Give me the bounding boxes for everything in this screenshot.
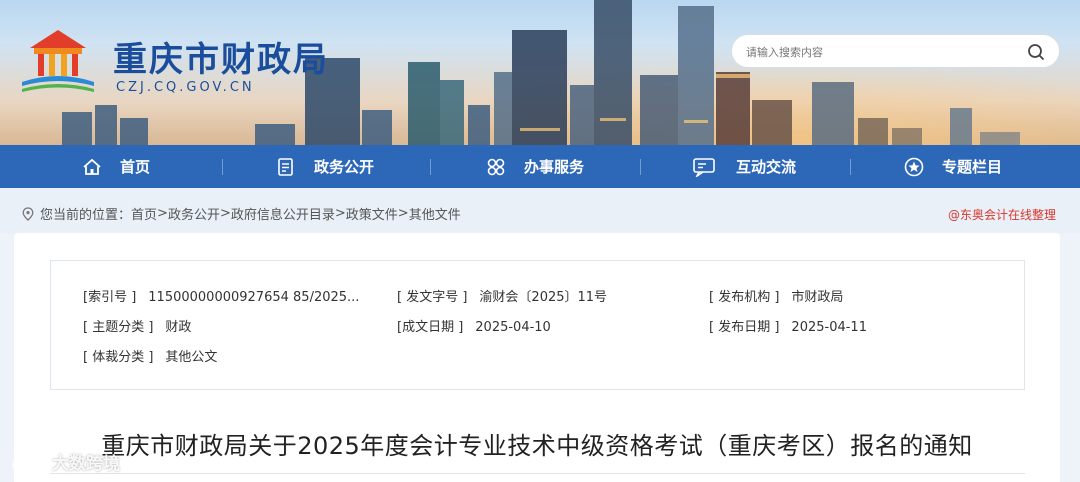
breadcrumb: 您当前的位置： 首页 > 政务公开 > 政府信息公开目录 > 政策文件 > 其他… <box>22 204 461 223</box>
nav-item-interaction[interactable]: 互动交流 <box>692 145 796 188</box>
breadcrumb-separator: > <box>157 206 168 221</box>
nav-divider <box>222 159 223 175</box>
nav-item-special-topics[interactable]: 专题栏目 <box>904 145 1002 188</box>
breadcrumb-separator: > <box>334 206 346 221</box>
meta-index-label: [索引号 ] <box>83 290 137 305</box>
nav-label-home: 首页 <box>120 158 151 176</box>
nav-divider <box>430 159 431 175</box>
nav-label-special-topics: 专题栏目 <box>942 158 1003 176</box>
star-icon <box>904 157 924 176</box>
breadcrumb-other-docs[interactable]: 其他文件 <box>409 204 461 223</box>
meta-genre: [ 体裁分类 ] 其他公文 <box>83 346 217 365</box>
location-pin-icon <box>22 206 34 221</box>
site-domain: CZJ.CQ.GOV.CN <box>116 80 255 95</box>
document-metadata-box: [索引号 ] 11500000000927654 85/2025... [ 发文字… <box>50 260 1025 390</box>
nav-label-services: 办事服务 <box>524 158 585 176</box>
title-divider <box>50 473 1025 474</box>
chat-icon <box>693 157 715 177</box>
meta-issuer-label: [ 发布机构 ] <box>709 290 780 305</box>
brand-watermark-text: 大数跨境 <box>52 453 120 474</box>
meta-created-date: [成文日期 ] 2025-04-10 <box>397 316 551 335</box>
meta-published-date-value: 2025-04-11 <box>791 320 867 335</box>
meta-created-date-label: [成文日期 ] <box>397 320 464 335</box>
nav-label-interaction: 互动交流 <box>736 158 797 176</box>
document-title: 重庆市财政局关于2025年度会计专业技术中级资格考试（重庆考区）报名的通知 <box>101 432 973 460</box>
breadcrumb-info-directory[interactable]: 政府信息公开目录 <box>231 204 335 223</box>
content-card: [索引号 ] 11500000000927654 85/2025... [ 发文字… <box>14 233 1060 482</box>
brand-watermark: 大数跨境 <box>10 448 120 474</box>
search-input[interactable] <box>746 42 1016 62</box>
government-logo <box>22 30 94 92</box>
services-icon <box>487 158 505 175</box>
nav-item-services[interactable]: 办事服务 <box>486 145 584 188</box>
nav-label-government-affairs: 政务公开 <box>314 158 375 176</box>
meta-issuer-value: 市财政局 <box>791 290 844 305</box>
breadcrumb-home[interactable]: 首页 <box>131 204 157 223</box>
source-watermark: @东奥会计在线整理 <box>947 208 1056 222</box>
meta-index-value: 11500000000927654 85/2025... <box>148 290 360 305</box>
meta-topic-label: [ 主题分类 ] <box>83 320 154 335</box>
home-icon <box>83 158 101 175</box>
meta-created-date-value: 2025-04-10 <box>475 320 551 335</box>
search-box <box>731 34 1060 68</box>
meta-published-date: [ 发布日期 ] 2025-04-11 <box>709 316 867 335</box>
nav-divider <box>640 159 641 175</box>
breadcrumb-prefix: 您当前的位置： <box>40 208 132 223</box>
meta-genre-value: 其他公文 <box>165 350 218 365</box>
nav-item-government-affairs[interactable]: 政务公开 <box>276 145 374 188</box>
breadcrumb-separator: > <box>219 206 231 221</box>
site-title: 重庆市财政局 <box>113 40 329 80</box>
main-nav: 首页 政务公开 办事服务 互动交流 专题栏目 <box>0 145 1080 188</box>
breadcrumb-bar: 您当前的位置： 首页 > 政务公开 > 政府信息公开目录 > 政策文件 > 其他… <box>0 188 1080 233</box>
breadcrumb-government-affairs[interactable]: 政务公开 <box>168 204 220 223</box>
meta-genre-label: [ 体裁分类 ] <box>83 350 154 365</box>
meta-issuer: [ 发布机构 ] 市财政局 <box>709 286 843 305</box>
meta-doc-number-label: [ 发文字号 ] <box>397 290 468 305</box>
search-icon[interactable] <box>1027 43 1045 61</box>
nav-divider <box>850 159 851 175</box>
header-banner: 重庆市财政局 CZJ.CQ.GOV.CN <box>0 0 1080 145</box>
meta-doc-number-value: 渝财会〔2025〕11号 <box>479 290 608 305</box>
meta-published-date-label: [ 发布日期 ] <box>709 320 780 335</box>
document-icon <box>278 157 293 176</box>
meta-index: [索引号 ] 11500000000927654 85/2025... <box>83 286 359 305</box>
breadcrumb-separator: > <box>397 206 409 221</box>
breadcrumb-policy-docs[interactable]: 政策文件 <box>346 204 398 223</box>
nav-item-home[interactable]: 首页 <box>82 145 150 188</box>
meta-topic: [ 主题分类 ] 财政 <box>83 316 191 335</box>
meta-doc-number: [ 发文字号 ] 渝财会〔2025〕11号 <box>397 286 607 305</box>
brand-watermark-logo-icon <box>12 450 48 469</box>
meta-topic-value: 财政 <box>165 320 192 335</box>
